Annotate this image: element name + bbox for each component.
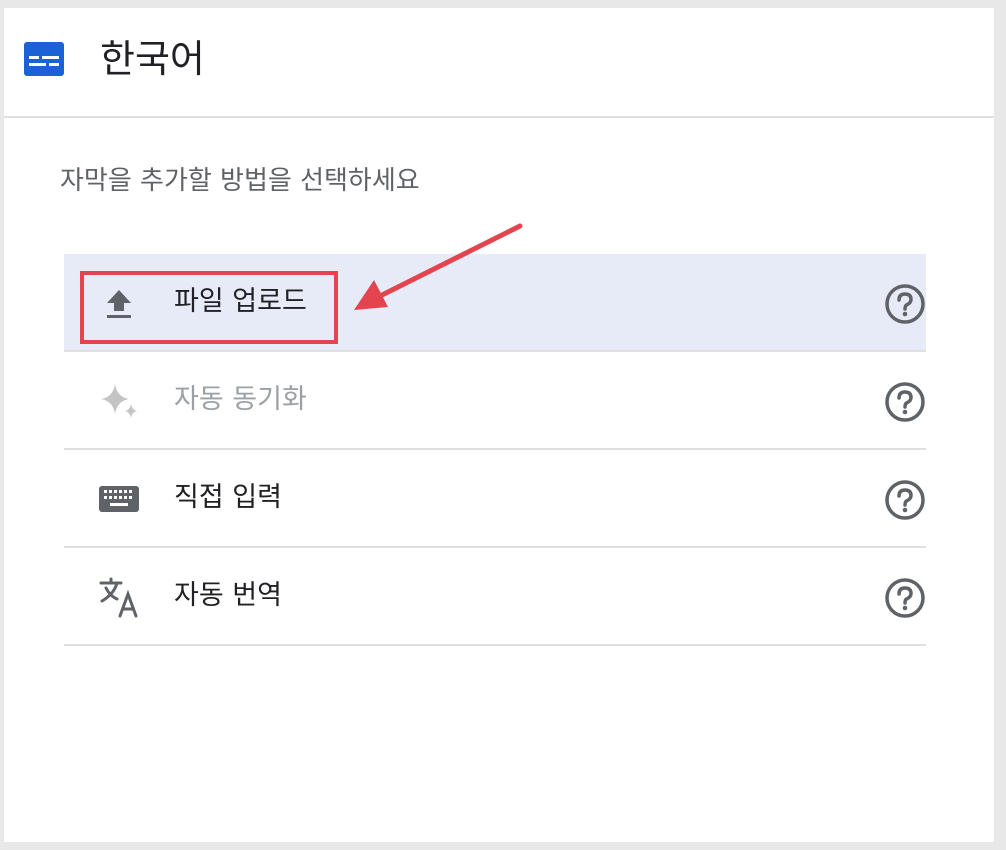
translate-icon <box>99 577 138 618</box>
keyboard-icon <box>99 486 139 512</box>
subtitles-icon <box>24 42 64 76</box>
sparkle-icon <box>101 384 137 418</box>
language-title: 한국어 <box>100 37 205 81</box>
option-label: 자동 번역 <box>174 580 282 611</box>
help-icon[interactable] <box>884 381 926 423</box>
help-icon[interactable] <box>884 283 926 325</box>
help-icon[interactable] <box>884 479 926 521</box>
option-auto-sync[interactable]: 자동 동기화 <box>64 352 926 450</box>
option-auto-translate[interactable]: 자동 번역 <box>64 548 926 646</box>
instruction-text: 자막을 추가할 방법을 선택하세요 <box>60 166 420 196</box>
option-manual-entry[interactable]: 직접 입력 <box>64 450 926 548</box>
help-icon[interactable] <box>884 577 926 619</box>
annotation-arrow-icon <box>354 223 523 310</box>
dialog-header: 한국어 <box>4 8 994 118</box>
option-label: 직접 입력 <box>174 482 282 513</box>
annotation-highlight-box <box>80 271 338 344</box>
option-label: 자동 동기화 <box>174 384 307 415</box>
